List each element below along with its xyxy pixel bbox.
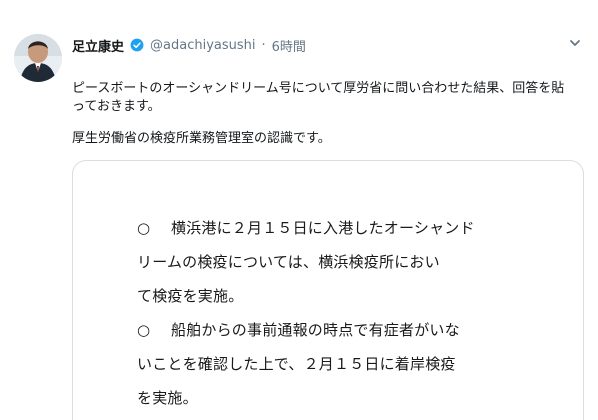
- avatar[interactable]: [14, 34, 62, 82]
- tweet-header: 足立康史 @adachiyasushi · 6時間: [72, 34, 580, 56]
- document-line: て検疫を実施。: [137, 287, 244, 305]
- attached-document: ○ 横浜港に２月１５日に入港したオーシャンド リームの検疫については、横浜検疫所…: [137, 211, 547, 415]
- document-line: いことを確認した上で、２月１５日に着岸検疫: [137, 355, 456, 373]
- redacted-area: [48, 6, 238, 30]
- document-item-2: ○ 船舶からの事前通報の時点で有症者がいな: [137, 313, 547, 347]
- document-item-1: ○ 横浜港に２月１５日に入港したオーシャンド: [137, 211, 547, 245]
- tweet-paragraph-2: 厚生労働省の検疫所業務管理室の認識です。: [72, 131, 331, 146]
- verified-badge-icon: [130, 38, 144, 52]
- chevron-down-icon[interactable]: [568, 36, 582, 50]
- document-line: 船舶からの事前通報の時点で有症者がいな: [171, 321, 460, 339]
- profile-photo-icon: [14, 34, 62, 82]
- display-name[interactable]: 足立康史: [72, 36, 124, 55]
- document-line: を実施。: [137, 389, 198, 407]
- document-line: 横浜港に２月１５日に入港したオーシャンド: [171, 219, 475, 237]
- handle[interactable]: @adachiyasushi: [150, 38, 255, 53]
- tweet-text: ピースボートのオーシャンドリーム号について厚労省に問い合わせた結果、回答を貼って…: [72, 80, 577, 148]
- document-line: リームの検疫については、横浜検疫所におい: [137, 253, 440, 271]
- tweet-paragraph-1: ピースボートのオーシャンドリーム号について厚労省に問い合わせた結果、回答を貼って…: [72, 81, 565, 114]
- document-bullet: ○: [137, 321, 151, 339]
- document-bullet: ○: [137, 219, 151, 237]
- separator-dot: ·: [261, 37, 266, 53]
- timestamp[interactable]: 6時間: [272, 36, 306, 55]
